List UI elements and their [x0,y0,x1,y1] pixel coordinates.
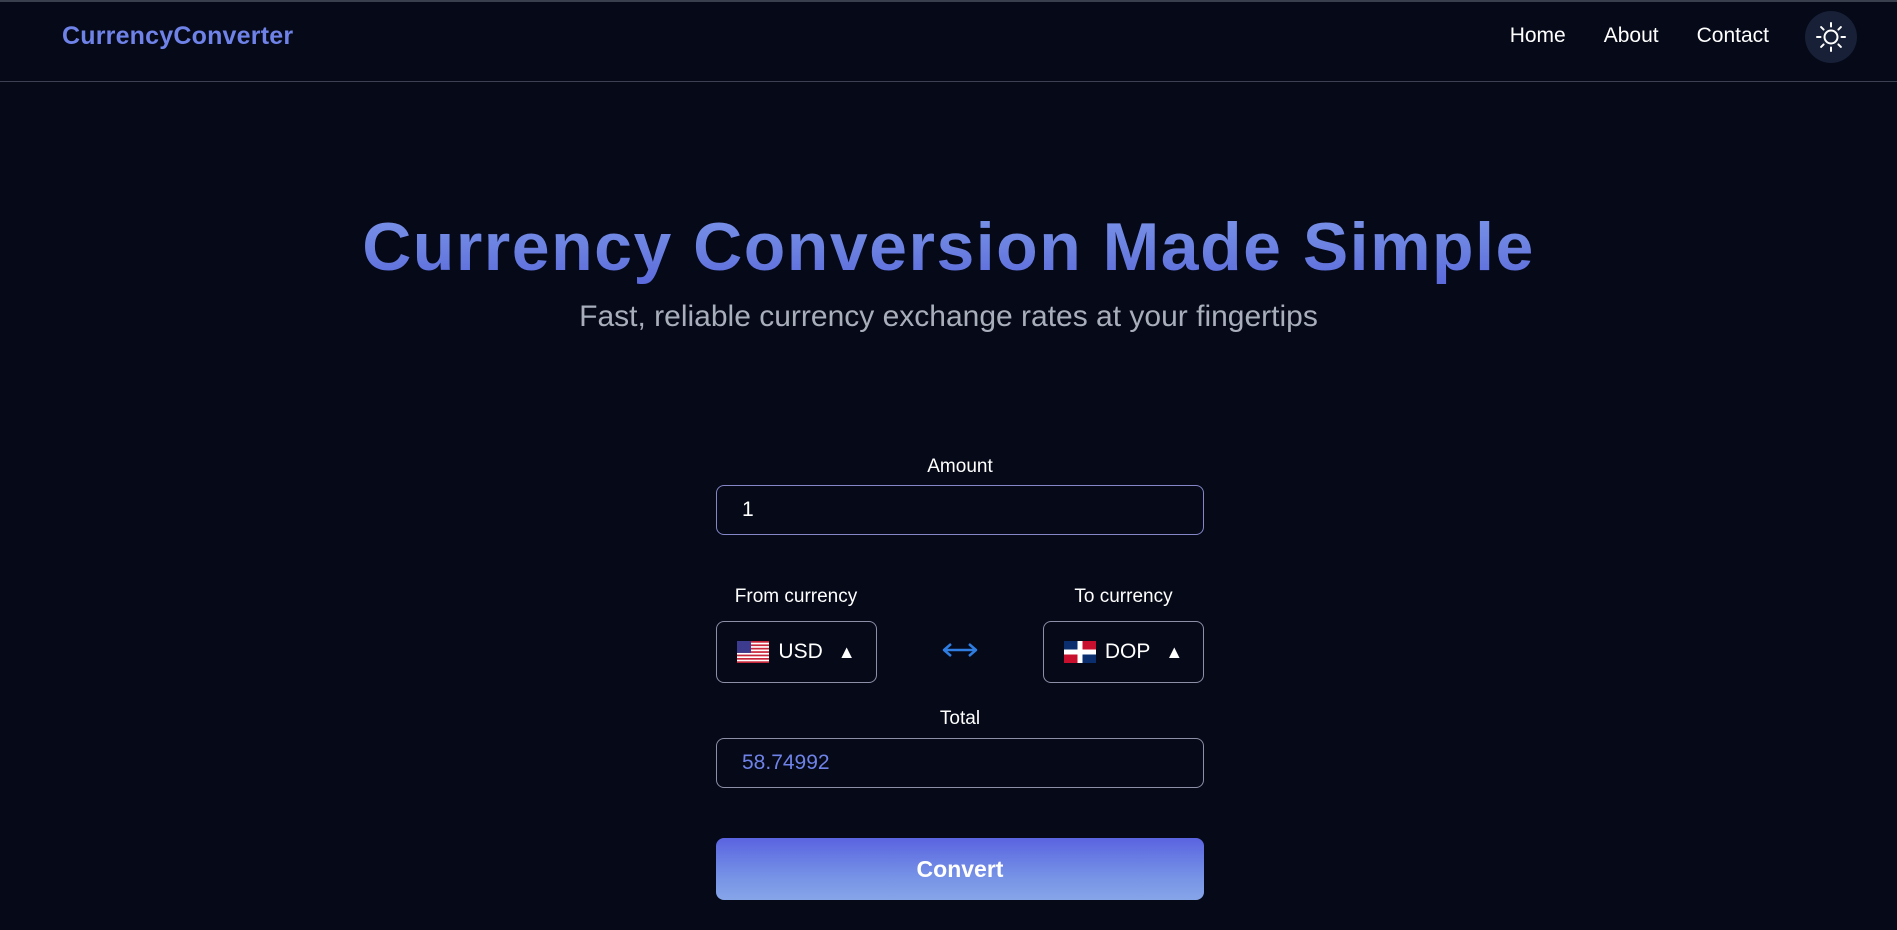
nav-contact-link[interactable]: Contact [1697,24,1769,48]
caret-up-icon: ▲ [1165,641,1184,662]
hero-title: Currency Conversion Made Simple [0,207,1897,287]
to-currency-label: To currency [1074,586,1173,607]
amount-label: Amount [927,456,993,477]
brand-logo[interactable]: CurrencyConverter [62,22,293,51]
amount-input[interactable] [716,485,1204,535]
total-output[interactable] [716,738,1204,788]
to-currency-select[interactable]: DOP ▲ [1043,621,1204,683]
us-flag-icon [737,641,770,663]
total-label: Total [939,708,981,729]
nav-home-link[interactable]: Home [1510,24,1566,48]
hero-subtitle: Fast, reliable currency exchange rates a… [579,300,1318,333]
nav-links: Home About Contact [1510,24,1769,48]
from-currency-select[interactable]: USD ▲ [716,621,877,683]
from-currency-code: USD [778,640,823,663]
caret-up-icon: ▲ [837,641,856,662]
to-currency-code: DOP [1104,640,1151,663]
swap-arrows-icon[interactable] [940,637,980,663]
theme-toggle-button[interactable] [1805,11,1857,63]
do-flag-icon [1063,641,1096,663]
convert-button[interactable]: Convert [716,838,1204,900]
from-currency-label: From currency [734,586,858,607]
navbar: CurrencyConverter Home About Contact [0,2,1897,82]
nav-about-link[interactable]: About [1604,24,1659,48]
sun-icon [1816,22,1846,52]
